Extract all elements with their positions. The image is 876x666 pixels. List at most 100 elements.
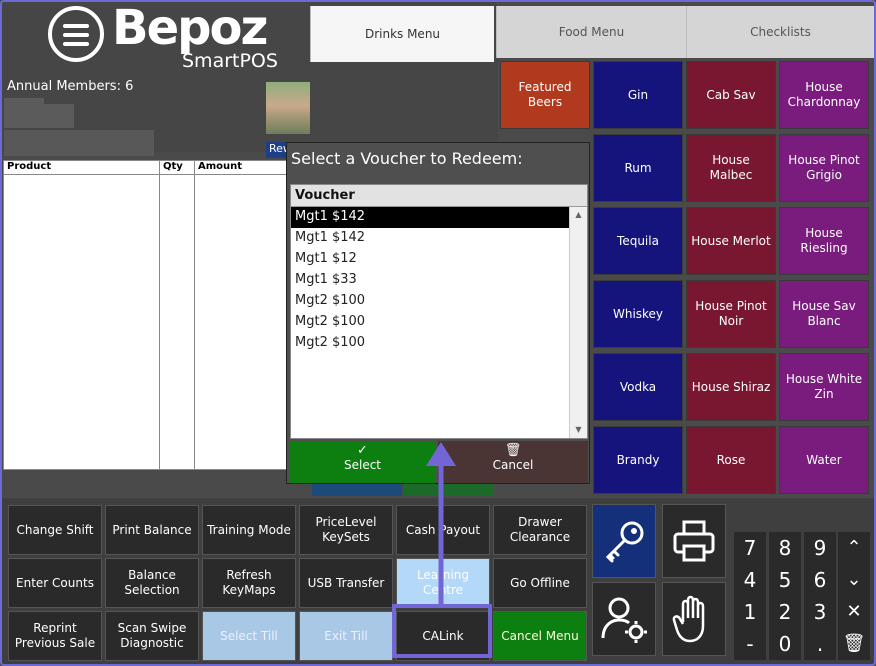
user-settings-icon bbox=[601, 597, 647, 643]
numpad-key[interactable]: 1 bbox=[734, 596, 766, 628]
select-button-label: Select bbox=[343, 458, 382, 472]
function-button-change-shift[interactable]: Change Shift bbox=[8, 505, 102, 555]
cancel-button-label: Cancel bbox=[492, 458, 534, 472]
function-button-drawer-clearance[interactable]: Drawer Clearance bbox=[493, 505, 587, 555]
tab-checklists[interactable]: Checklists bbox=[686, 6, 874, 58]
members-count: Annual Members: 6 bbox=[7, 79, 134, 94]
trash-icon[interactable]: 🗑 bbox=[838, 628, 870, 660]
column-header: Qty bbox=[160, 161, 195, 175]
product-button-house-riesling[interactable]: House Riesling bbox=[779, 207, 869, 275]
product-button-house-pinot-noir[interactable]: House Pinot Noir bbox=[686, 280, 776, 348]
function-button-scan-swipe-diagnostic[interactable]: Scan Swipe Diagnostic bbox=[105, 611, 199, 661]
redacted-block bbox=[4, 98, 44, 128]
column-header: Amount bbox=[195, 161, 289, 175]
voucher-row[interactable]: Mgt2 $100 bbox=[291, 291, 571, 312]
function-button-cash-payout[interactable]: Cash Payout bbox=[396, 505, 490, 555]
printer-icon bbox=[673, 520, 715, 562]
voucher-row[interactable]: Mgt1 $33 bbox=[291, 270, 571, 291]
voucher-scrollbar[interactable]: ▲ ▼ bbox=[569, 207, 587, 438]
numpad-key[interactable]: 0 bbox=[769, 628, 801, 660]
function-button-balance-selection[interactable]: Balance Selection bbox=[105, 558, 199, 608]
trash-icon: 🗑 bbox=[504, 443, 522, 458]
function-button-exit-till[interactable]: Exit Till bbox=[299, 611, 393, 661]
product-button-house-sav-blanc[interactable]: House Sav Blanc bbox=[779, 280, 869, 348]
dialog-title: Select a Voucher to Redeem: bbox=[291, 149, 523, 168]
customer-avatar bbox=[266, 82, 310, 134]
product-button-house-chardonnay[interactable]: House Chardonnay bbox=[779, 61, 869, 129]
product-button-tequila[interactable]: Tequila bbox=[593, 207, 683, 275]
function-button-reprint-previous-sale[interactable]: Reprint Previous Sale bbox=[8, 611, 102, 661]
voucher-list: Voucher Mgt1 $142 Mgt1 $142 Mgt1 $12 Mgt1 $… bbox=[290, 184, 588, 439]
hand-icon bbox=[672, 595, 705, 643]
function-button-learning-centre[interactable]: Learning Centre bbox=[396, 558, 490, 608]
product-button-house-malbec[interactable]: House Malbec bbox=[686, 134, 776, 202]
voucher-row[interactable]: Mgt2 $100 bbox=[291, 333, 571, 354]
product-button-house-pinot-grigio[interactable]: House Pinot Grigio bbox=[779, 134, 869, 202]
chevron-up-icon[interactable]: ⌃ bbox=[838, 532, 870, 564]
brand-name: Bepoz bbox=[112, 0, 268, 56]
function-button-refresh-keymaps[interactable]: Refresh KeyMaps bbox=[202, 558, 296, 608]
calink-highlight bbox=[392, 604, 492, 658]
function-button-training-mode[interactable]: Training Mode bbox=[202, 505, 296, 555]
numpad-key[interactable]: - bbox=[734, 628, 766, 660]
voucher-column-header: Voucher bbox=[291, 185, 587, 207]
column-divider bbox=[159, 161, 160, 469]
obscured-buttons bbox=[312, 483, 494, 497]
numpad-key[interactable]: 6 bbox=[804, 564, 836, 596]
redacted-block bbox=[4, 130, 154, 156]
function-button-usb-transfer[interactable]: USB Transfer bbox=[299, 558, 393, 608]
scroll-down-icon[interactable]: ▼ bbox=[570, 422, 587, 438]
hand-button[interactable] bbox=[662, 582, 726, 656]
voucher-row[interactable]: Mgt1 $142 bbox=[291, 228, 571, 249]
numpad-key[interactable]: 9 bbox=[804, 532, 836, 564]
product-button-rose[interactable]: Rose bbox=[686, 426, 776, 494]
numpad-key[interactable]: . bbox=[804, 628, 836, 660]
voucher-row[interactable]: Mgt2 $100 bbox=[291, 312, 571, 333]
close-icon[interactable]: ✕ bbox=[838, 596, 870, 628]
redacted-block bbox=[44, 104, 74, 128]
key-icon bbox=[605, 521, 644, 563]
product-button-rum[interactable]: Rum bbox=[593, 134, 683, 202]
numpad-key[interactable]: 3 bbox=[804, 596, 836, 628]
function-button-select-till[interactable]: Select Till bbox=[202, 611, 296, 661]
order-table: Product Qty Amount bbox=[3, 160, 289, 470]
chevron-down-icon[interactable]: ⌄ bbox=[838, 564, 870, 596]
menu-icon[interactable] bbox=[48, 6, 104, 62]
numpad-key[interactable]: 2 bbox=[769, 596, 801, 628]
product-button-vodka[interactable]: Vodka bbox=[593, 353, 683, 421]
print-button[interactable] bbox=[662, 504, 726, 578]
brand-subtitle: SmartPOS bbox=[182, 50, 278, 72]
voucher-row[interactable]: Mgt1 $12 bbox=[291, 249, 571, 270]
voucher-dialog: Select a Voucher to Redeem: Voucher Mgt1… bbox=[286, 142, 590, 484]
function-button-print-balance[interactable]: Print Balance bbox=[105, 505, 199, 555]
product-button-house-merlot[interactable]: House Merlot bbox=[686, 207, 776, 275]
function-button-cancel-menu[interactable]: Cancel Menu bbox=[493, 611, 587, 661]
product-button-cab-sav[interactable]: Cab Sav bbox=[686, 61, 776, 129]
numpad-key[interactable]: 8 bbox=[769, 532, 801, 564]
key-button[interactable] bbox=[592, 504, 656, 578]
voucher-row[interactable]: Mgt1 $142 bbox=[291, 207, 571, 228]
tab-food-menu[interactable]: Food Menu bbox=[496, 6, 686, 58]
column-divider bbox=[194, 161, 195, 469]
product-button-water[interactable]: Water bbox=[779, 426, 869, 494]
function-button-enter-counts[interactable]: Enter Counts bbox=[8, 558, 102, 608]
product-button-house-white-zin[interactable]: House White Zin bbox=[779, 353, 869, 421]
product-button-brandy[interactable]: Brandy bbox=[593, 426, 683, 494]
column-header: Product bbox=[4, 161, 160, 175]
function-button-pricelevel-keysets[interactable]: PriceLevel KeySets bbox=[299, 505, 393, 555]
product-button-whiskey[interactable]: Whiskey bbox=[593, 280, 683, 348]
select-button[interactable]: ✓ Select bbox=[289, 441, 436, 483]
cancel-button[interactable]: 🗑 Cancel bbox=[438, 441, 588, 483]
numpad-key[interactable]: 7 bbox=[734, 532, 766, 564]
function-button-go-offline[interactable]: Go Offline bbox=[493, 558, 587, 608]
product-button-featured-beers[interactable]: Featured Beers bbox=[500, 61, 590, 129]
product-button-house-shiraz[interactable]: House Shiraz bbox=[686, 353, 776, 421]
brand-logo[interactable]: Bepoz SmartPOS bbox=[48, 0, 278, 74]
user-settings-button[interactable] bbox=[592, 582, 656, 656]
product-button-gin[interactable]: Gin bbox=[593, 61, 683, 129]
numpad-key[interactable]: 4 bbox=[734, 564, 766, 596]
numpad-key[interactable]: 5 bbox=[769, 564, 801, 596]
tab-drinks-menu[interactable]: Drinks Menu bbox=[310, 6, 494, 62]
menu-tabs: Drinks Menu Food Menu Checklists bbox=[310, 2, 874, 62]
scroll-up-icon[interactable]: ▲ bbox=[570, 207, 587, 223]
